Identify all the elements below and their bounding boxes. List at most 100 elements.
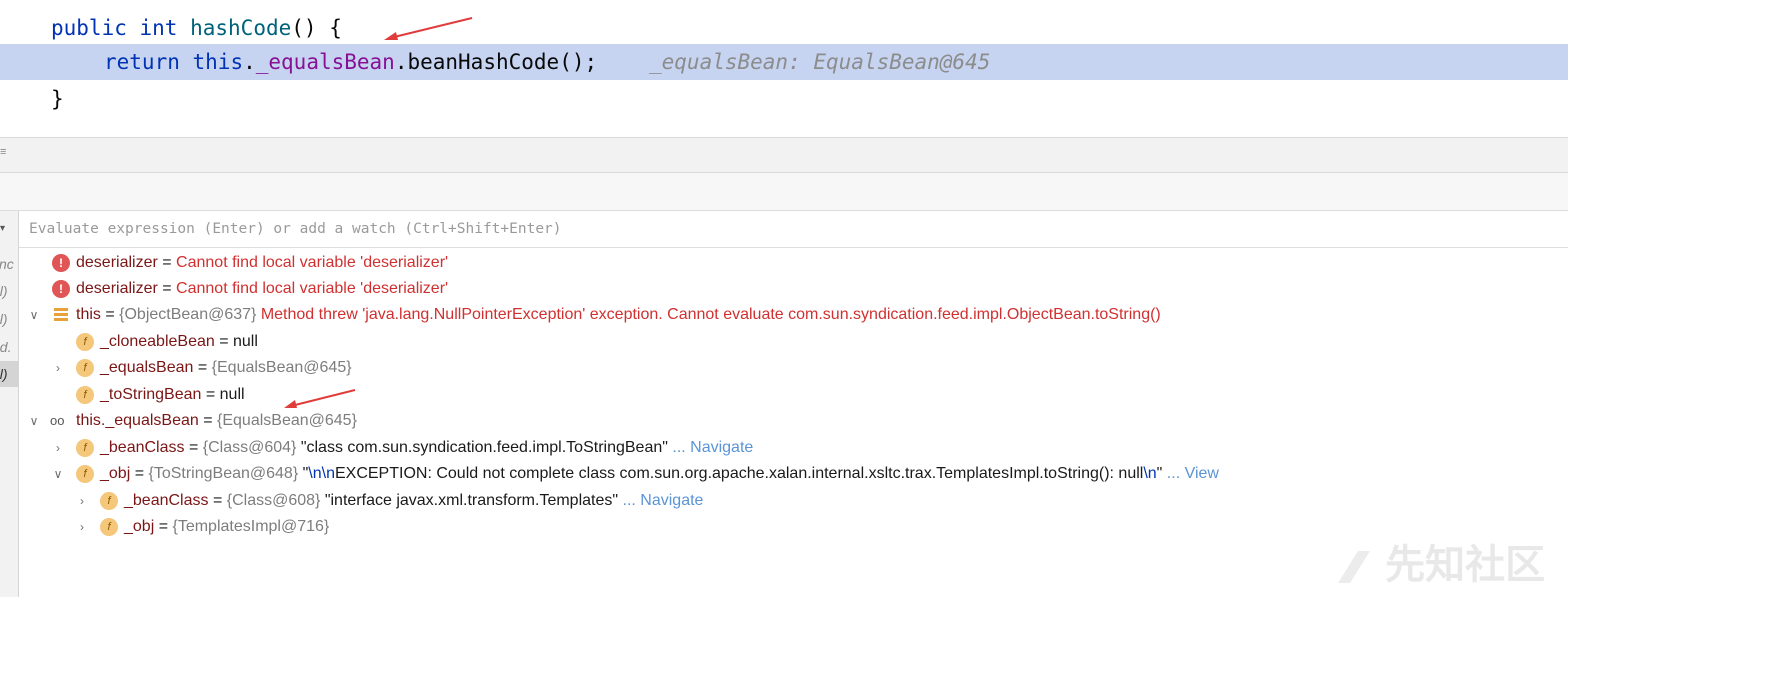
equals: = xyxy=(184,439,203,456)
frame-item[interactable]: ol) xyxy=(0,278,18,304)
equals: = xyxy=(100,306,120,323)
code-line-3[interactable]: } xyxy=(0,81,1568,117)
field-icon: f xyxy=(76,386,94,404)
row-text: _beanClass = {Class@604} "class com.sun.… xyxy=(100,435,753,461)
error-icon: ! xyxy=(52,254,70,272)
chevron-right-icon[interactable]: › xyxy=(75,488,89,514)
row-text: this._equalsBean = {EqualsBean@645} xyxy=(76,408,357,434)
var-value: null xyxy=(233,333,258,350)
var-value: "interface javax.xml.transform.Templates… xyxy=(320,492,619,509)
watch-glasses-icon: oo xyxy=(50,413,65,428)
chevron-down-icon[interactable]: ▾ xyxy=(0,223,10,234)
view-link[interactable]: ... View xyxy=(1162,465,1219,482)
equals: = xyxy=(157,280,177,297)
keyword-this: this xyxy=(192,50,244,74)
frame-item-selected[interactable]: ol) xyxy=(0,361,18,387)
var-name: _cloneableBean xyxy=(100,333,215,350)
var-name: _beanClass xyxy=(124,492,209,509)
field-icon: f xyxy=(100,492,118,510)
var-value: null xyxy=(219,386,245,403)
var-name: _toStringBean xyxy=(100,386,202,403)
frames-strip[interactable]: ▾ ync ol) ol) ed. ol) xyxy=(0,211,19,597)
navigate-link[interactable]: ... Navigate xyxy=(668,439,753,456)
frame-item[interactable]: ync xyxy=(0,251,18,277)
equals: = xyxy=(130,465,149,482)
equals: = xyxy=(157,254,177,271)
escape-sequence: \n xyxy=(1143,465,1157,482)
code-line-2-current[interactable]: return this._equalsBean.beanHashCode(); _… xyxy=(0,44,1568,80)
field-icon: f xyxy=(76,465,94,483)
field-icon: f xyxy=(76,359,94,377)
row-text: _toStringBean = null xyxy=(100,382,245,408)
drag-handle-icon[interactable]: ≡ xyxy=(0,147,8,162)
chevron-right-icon[interactable]: › xyxy=(51,355,65,381)
stack-frame-icon xyxy=(54,306,68,324)
var-value: "class com.sun.syndication.feed.impl.ToS… xyxy=(296,439,668,456)
object-ref: {ObjectBean@637} xyxy=(119,306,257,323)
row-text: _beanClass = {Class@608} "interface java… xyxy=(124,488,703,514)
method-call: .beanHashCode(); xyxy=(394,50,598,74)
var-name: _obj xyxy=(124,518,155,535)
escape-sequence: \n\n xyxy=(308,465,335,482)
keyword-int: int xyxy=(139,16,178,40)
inline-debug-hint: _equalsBean: EqualsBean@645 xyxy=(649,50,991,74)
var-name: deserializer xyxy=(76,254,158,271)
code-line-1[interactable]: public int hashCode() { xyxy=(0,10,1568,46)
var-value: " xyxy=(298,465,309,482)
panel-splitter[interactable]: ≡ xyxy=(0,137,1568,173)
chevron-right-icon[interactable]: › xyxy=(51,435,65,461)
row-text: _obj = {ToStringBean@648} "\n\nEXCEPTION… xyxy=(100,461,1219,487)
row-text: _cloneableBean = null xyxy=(100,329,258,355)
equals: = xyxy=(214,333,233,350)
equals: = xyxy=(201,386,220,403)
var-value: EXCEPTION: Could not complete class com.… xyxy=(334,465,1144,482)
row-text: deserializer = Cannot find local variabl… xyxy=(76,276,448,302)
keyword-return: return xyxy=(104,50,180,74)
navigate-link[interactable]: ... Navigate xyxy=(618,492,704,509)
chevron-right-icon[interactable]: › xyxy=(75,514,89,540)
var-name: deserializer xyxy=(76,280,158,297)
watermark-logo-icon xyxy=(1338,551,1370,584)
watermark: 先知社区 xyxy=(1334,540,1564,590)
error-message: Method threw 'java.lang.NullPointerExcep… xyxy=(256,306,1161,323)
error-message: Cannot find local variable 'deserializer… xyxy=(176,254,449,271)
row-text: deserializer = Cannot find local variabl… xyxy=(76,250,448,276)
equals: = xyxy=(154,518,173,535)
var-name: this xyxy=(76,306,101,323)
method-signature-rest: () { xyxy=(291,16,342,40)
var-name: this._equalsBean xyxy=(76,412,199,429)
field-icon: f xyxy=(76,439,94,457)
equals: = xyxy=(193,359,212,376)
object-ref: {ToStringBean@648} xyxy=(148,465,299,482)
chevron-down-icon[interactable]: ∨ xyxy=(51,461,65,487)
object-ref: {Class@608} xyxy=(226,492,321,509)
row-text: this = {ObjectBean@637} Method threw 'ja… xyxy=(76,302,1161,328)
error-message: Cannot find local variable 'deserializer… xyxy=(176,280,449,297)
equals: = xyxy=(198,412,217,429)
evaluate-expression-bar xyxy=(19,211,1568,248)
keyword-public: public xyxy=(51,16,127,40)
debugger-toolbar xyxy=(0,173,1568,211)
field-equalsBean: _equalsBean xyxy=(255,50,395,74)
dot: . xyxy=(243,50,256,74)
equals: = xyxy=(208,492,227,509)
method-name: hashCode xyxy=(190,16,292,40)
chevron-down-icon[interactable]: ∨ xyxy=(27,408,41,434)
closing-brace: } xyxy=(51,87,64,111)
var-name: _equalsBean xyxy=(100,359,194,376)
object-ref: {EqualsBean@645} xyxy=(211,359,352,376)
object-ref: {TemplatesImpl@716} xyxy=(172,518,330,535)
code-editor[interactable]: public int hashCode() { return this._equ… xyxy=(0,0,1568,137)
row-text: _equalsBean = {EqualsBean@645} xyxy=(100,355,352,381)
var-name: _obj xyxy=(100,465,131,482)
object-ref: {Class@604} xyxy=(202,439,297,456)
frame-item[interactable]: ed. xyxy=(0,334,18,360)
watermark-text: 先知社区 xyxy=(1385,543,1546,587)
chevron-down-icon[interactable]: ∨ xyxy=(27,302,41,328)
evaluate-expression-input[interactable] xyxy=(29,211,1549,247)
row-text: _obj = {TemplatesImpl@716} xyxy=(124,514,329,540)
field-icon: f xyxy=(100,518,118,536)
object-ref: {EqualsBean@645} xyxy=(217,412,357,429)
var-name: _beanClass xyxy=(100,439,185,456)
frame-item[interactable]: ol) xyxy=(0,306,18,332)
